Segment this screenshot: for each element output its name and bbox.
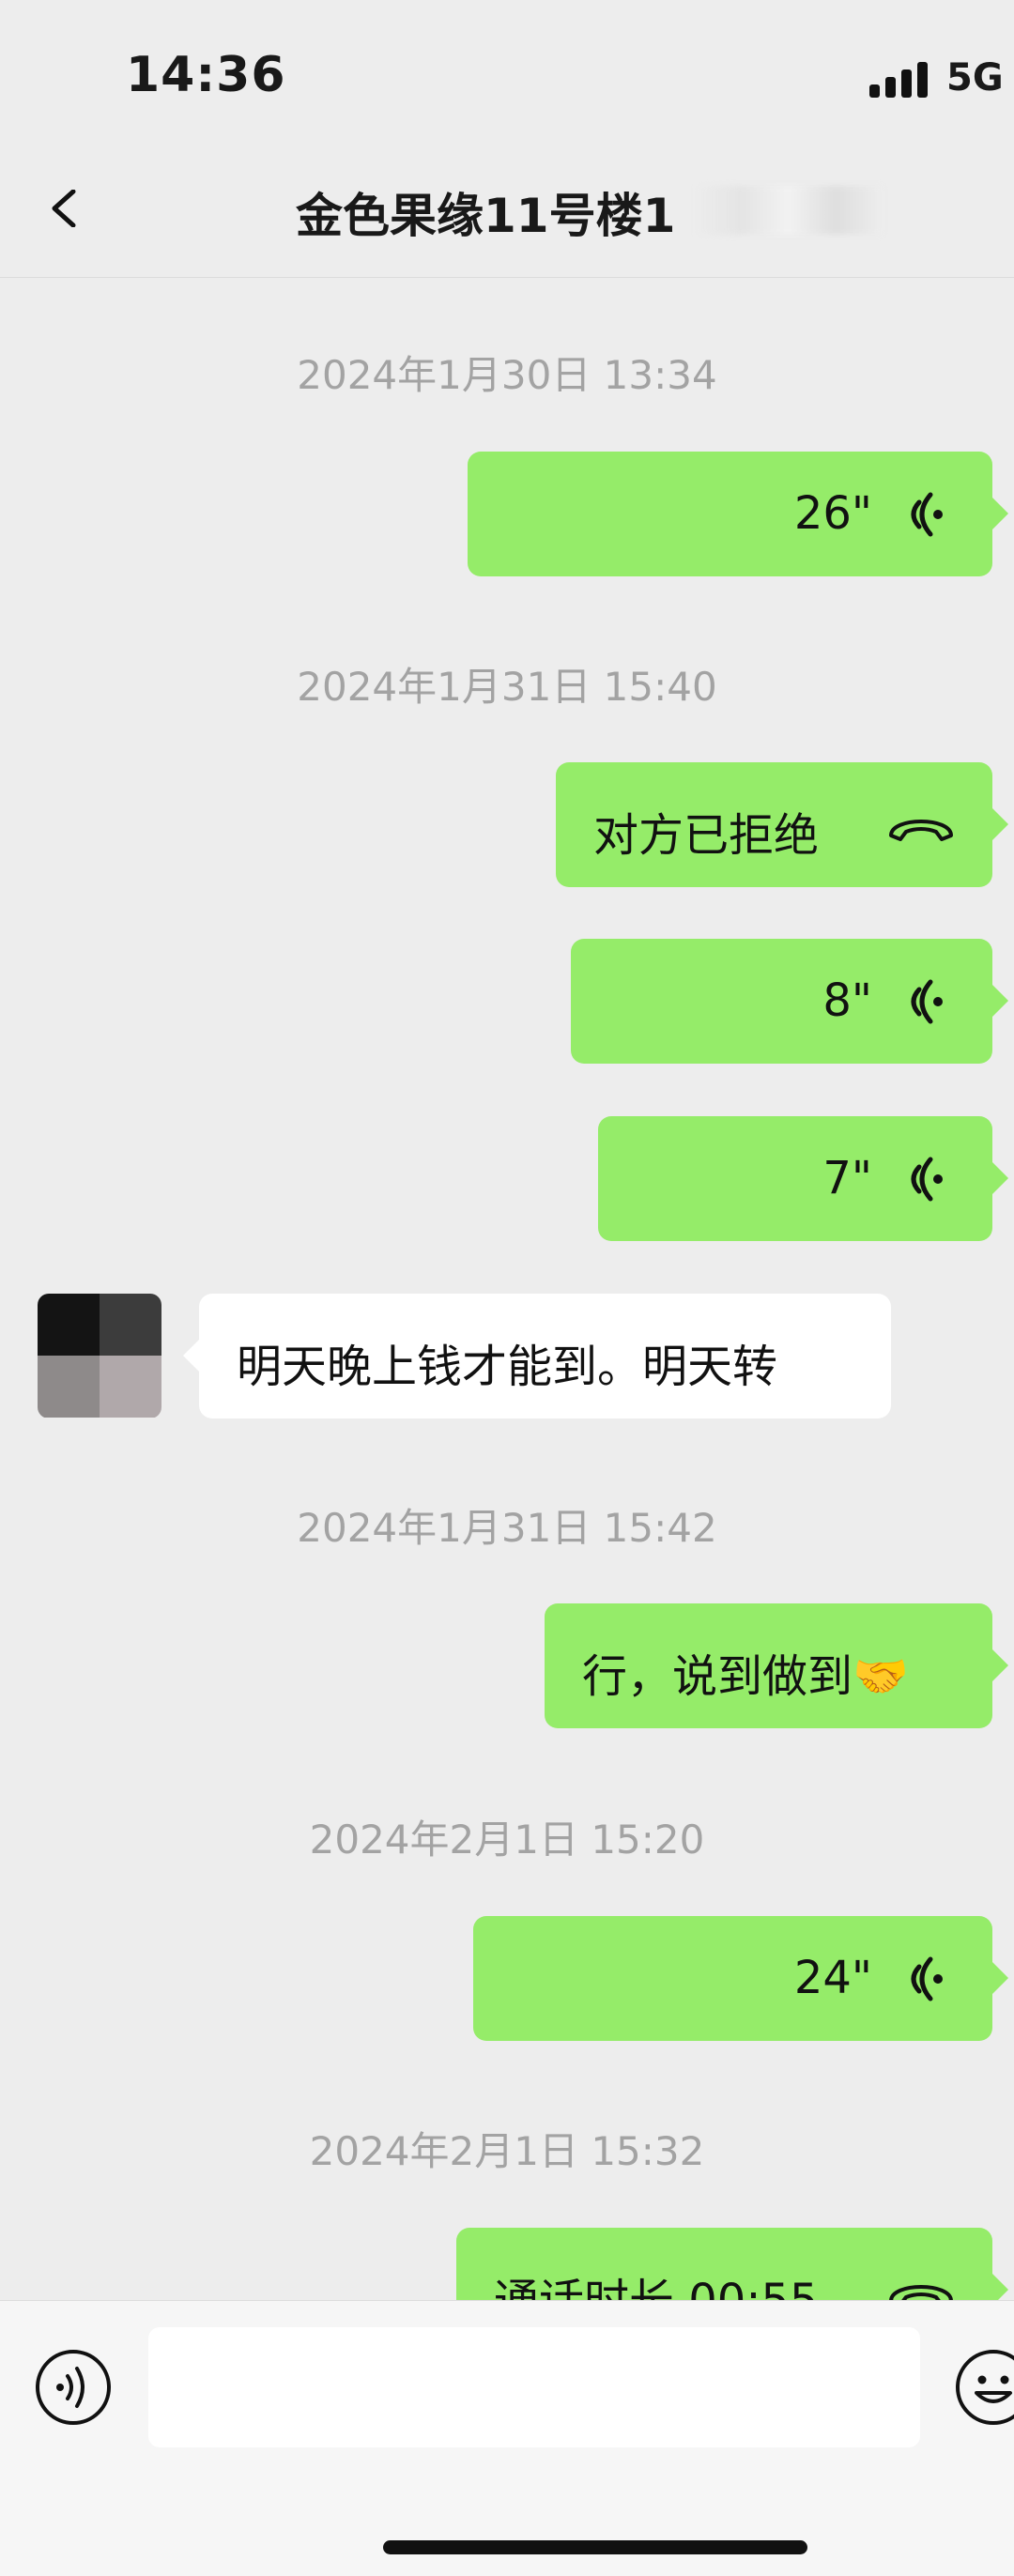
signal-strength-icon bbox=[869, 60, 930, 98]
phone-hangup-icon bbox=[889, 820, 953, 841]
timestamp: 2024年1月31日 15:40 bbox=[297, 664, 717, 710]
voice-message[interactable]: 24" bbox=[473, 1916, 1008, 2041]
home-indicator bbox=[383, 2540, 807, 2554]
voice-wave-icon bbox=[911, 1157, 943, 1202]
voice-wave-icon bbox=[911, 979, 943, 1024]
voice-message[interactable]: 7" bbox=[598, 1116, 1008, 1241]
voice-message[interactable]: 8" bbox=[571, 939, 1008, 1064]
text-message-outgoing[interactable]: 行，说到做到🤝 bbox=[545, 1603, 1008, 1728]
timestamp: 2024年2月1日 15:20 bbox=[309, 1817, 705, 1863]
network-type: 5G bbox=[946, 56, 1004, 100]
timestamp: 2024年1月30日 13:34 bbox=[297, 352, 717, 398]
voice-toggle-icon[interactable] bbox=[34, 2348, 113, 2427]
voice-duration: 7" bbox=[822, 1152, 872, 1204]
voice-duration: 8" bbox=[822, 974, 872, 1027]
chevron-left-icon[interactable] bbox=[47, 190, 84, 227]
timestamp: 2024年2月1日 15:32 bbox=[309, 2128, 705, 2174]
avatar[interactable] bbox=[38, 1294, 161, 1418]
text-message-incoming[interactable]: 明天晚上钱才能到。明天转 bbox=[183, 1294, 891, 1418]
voice-duration: 24" bbox=[793, 1952, 872, 2004]
chat-title: 金色果缘11号楼1 bbox=[296, 189, 676, 243]
status-time: 14:36 bbox=[126, 47, 286, 103]
timestamp: 2024年1月31日 15:42 bbox=[297, 1505, 717, 1551]
voice-duration: 26" bbox=[793, 487, 872, 540]
nav-bar: 金色果缘11号楼1 bbox=[0, 141, 1014, 278]
message-text: 明天晚上钱才能到。明天转 bbox=[237, 1341, 778, 1393]
call-message[interactable]: 对方已拒绝 bbox=[556, 762, 1008, 887]
voice-message[interactable]: 26" bbox=[468, 452, 1008, 576]
message-input[interactable] bbox=[148, 2327, 920, 2447]
voice-wave-icon bbox=[911, 1956, 943, 2001]
input-bar bbox=[0, 2300, 1014, 2576]
voice-wave-icon bbox=[911, 492, 943, 537]
title-redaction bbox=[695, 186, 883, 235]
emoji-icon[interactable] bbox=[954, 2348, 1014, 2427]
call-status-text: 对方已拒绝 bbox=[593, 809, 820, 862]
message-text: 行，说到做到🤝 bbox=[582, 1650, 909, 1703]
status-bar: 14:36 5G bbox=[0, 0, 1014, 141]
